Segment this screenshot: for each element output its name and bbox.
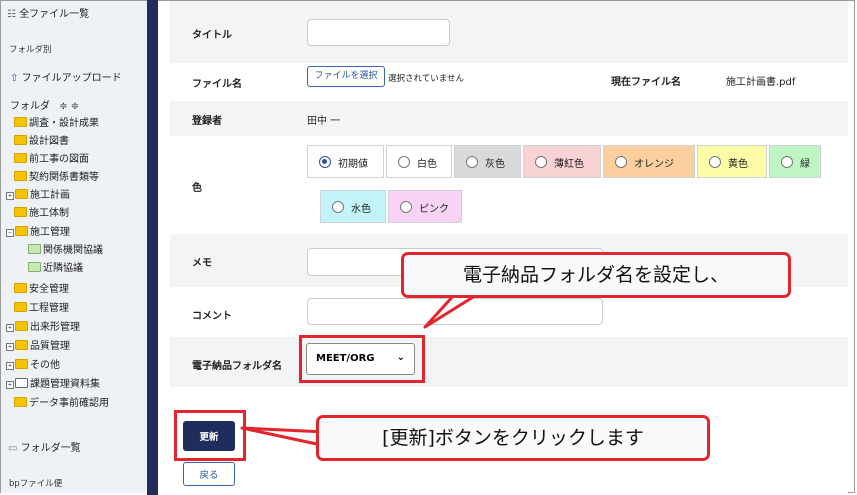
expand-icon[interactable]: +: [6, 192, 14, 200]
folder-icon: [15, 321, 28, 331]
sidebar-upload[interactable]: ⇧ ファイルアップロード: [10, 69, 122, 84]
sidebar-item-quality[interactable]: + 品質管理: [6, 337, 70, 352]
radio-icon: [466, 156, 478, 168]
sidebar-item-survey[interactable]: 調査・設計成果: [14, 114, 99, 129]
color-option-pink[interactable]: ピンク: [388, 190, 462, 223]
chevron-down-icon: ⌄: [396, 352, 405, 363]
radio-icon: [709, 156, 721, 168]
registrant-value: 田中 一: [307, 116, 341, 127]
radio-icon: [615, 156, 627, 168]
color-option-orange[interactable]: オレンジ: [603, 145, 695, 178]
folder-icon: [15, 189, 28, 199]
folder-icon: [15, 340, 28, 350]
color-option-light-red[interactable]: 薄紅色: [523, 145, 601, 178]
expand-icon[interactable]: +: [6, 343, 14, 351]
folder-icon: [14, 283, 27, 293]
form-row-color: 色 初期値 白色 灰色 薄紅色 オレンジ 黄色 緑 水色 ピンク: [170, 136, 848, 234]
folder-icon: [14, 171, 27, 181]
sidebar-section-by-folder: フォルダ別: [9, 45, 52, 55]
sidebar-item-as-built[interactable]: + 出来形管理: [6, 318, 80, 333]
radio-icon: [400, 201, 412, 213]
folder-icon: [14, 302, 27, 312]
sidebar-item-construction-system[interactable]: 施工体制: [14, 204, 69, 219]
file-status: 選択されていません: [388, 74, 464, 84]
comment-label: コメント: [192, 311, 232, 322]
sidebar-folder-list[interactable]: ▭ フォルダ一覧: [8, 439, 81, 454]
radio-icon: [319, 156, 331, 168]
memo-label: メモ: [192, 258, 212, 269]
sidebar-folder-header: フォルダ ≑ ≑: [10, 101, 80, 112]
radio-icon: [332, 201, 344, 213]
color-option-default[interactable]: 初期値: [307, 145, 384, 178]
folder-icon: [14, 117, 27, 127]
expand-icon[interactable]: +: [6, 324, 14, 332]
folder-icon: [14, 153, 27, 163]
folder-icon: [15, 226, 28, 236]
folder-icon: [28, 262, 41, 272]
color-label: 色: [192, 183, 202, 194]
radio-icon: [781, 156, 793, 168]
color-option-yellow[interactable]: 黄色: [697, 145, 767, 178]
sidebar-item-precheck[interactable]: データ事前確認用: [14, 394, 109, 409]
sidebar-bp-file[interactable]: bpファイル便: [9, 477, 62, 489]
nav-divider-bar: [147, 0, 158, 495]
color-option-gray[interactable]: 灰色: [454, 145, 521, 178]
folder-icon: [14, 135, 27, 145]
radio-icon: [398, 156, 410, 168]
folder-list-icon: ▭: [8, 443, 18, 454]
sidebar-item-construction-plan[interactable]: + 施工計画: [6, 186, 70, 201]
folder-icon: [14, 397, 27, 407]
title-input[interactable]: [307, 19, 450, 46]
sidebar-item-construction-management[interactable]: − 施工管理: [6, 223, 70, 238]
efolder-select[interactable]: MEET/ORG ⌄: [306, 343, 415, 375]
sidebar-item-issues[interactable]: + 課題管理資料集: [6, 375, 100, 390]
filename-label: ファイル名: [192, 79, 242, 90]
form-row-filename: ファイル名 ファイルを選択 選択されていません 現在ファイル名 施工計画書.pd…: [170, 63, 848, 101]
title-label: タイトル: [192, 30, 232, 41]
sort-icon[interactable]: ≑ ≑: [59, 101, 79, 112]
update-button[interactable]: 更新: [183, 421, 235, 451]
sidebar-item-contracts[interactable]: 契約関係書類等: [14, 168, 99, 183]
sidebar-all-files[interactable]: ☷ 全ファイル一覧: [7, 5, 89, 20]
sidebar-item-schedule[interactable]: 工程管理: [14, 299, 69, 314]
sidebar-item-safety[interactable]: 安全管理: [14, 280, 69, 295]
form-row-title: タイトル: [170, 1, 848, 63]
color-option-white[interactable]: 白色: [386, 145, 452, 178]
list-icon: ☷: [7, 9, 16, 20]
sidebar-item-other[interactable]: + その他: [6, 356, 60, 371]
comment-input[interactable]: [307, 298, 603, 325]
form-row-registrant: 登録者 田中 一: [170, 101, 848, 136]
color-option-light-blue[interactable]: 水色: [320, 190, 386, 223]
folder-icon: [15, 359, 28, 369]
folder-icon: [28, 244, 41, 254]
expand-icon[interactable]: +: [6, 362, 14, 370]
efolder-label: 電子納品フォルダ名: [192, 361, 282, 372]
sidebar-item-neighbor-consultation[interactable]: 近隣協議: [28, 259, 83, 274]
collapse-icon[interactable]: −: [6, 229, 14, 237]
back-button[interactable]: 戻る: [183, 462, 235, 486]
callout-set-efolder: 電子納品フォルダ名を設定し、: [401, 252, 791, 298]
radio-icon: [535, 156, 547, 168]
form-row-efolder: 電子納品フォルダ名: [170, 337, 848, 387]
choose-file-button[interactable]: ファイルを選択: [307, 66, 385, 87]
registrant-label: 登録者: [192, 116, 222, 127]
sidebar-item-previous-drawings[interactable]: 前工事の図面: [14, 150, 89, 165]
folder-icon: [14, 207, 27, 217]
upload-icon: ⇧: [10, 73, 19, 84]
sidebar: ☷ 全ファイル一覧 フォルダ別 ⇧ ファイルアップロード フォルダ ≑ ≑ 調査…: [1, 1, 147, 493]
color-option-green[interactable]: 緑: [769, 145, 821, 178]
sidebar-item-agency-consultation[interactable]: 関係機関協議: [28, 241, 103, 256]
callout-click-update: [更新]ボタンをクリックします: [316, 415, 710, 461]
current-filename: 施工計画書.pdf: [726, 77, 796, 88]
expand-icon[interactable]: +: [6, 381, 14, 389]
current-filename-label: 現在ファイル名: [611, 77, 681, 88]
sidebar-item-design-docs[interactable]: 設計図書: [14, 132, 69, 147]
folder-icon: [15, 378, 28, 388]
